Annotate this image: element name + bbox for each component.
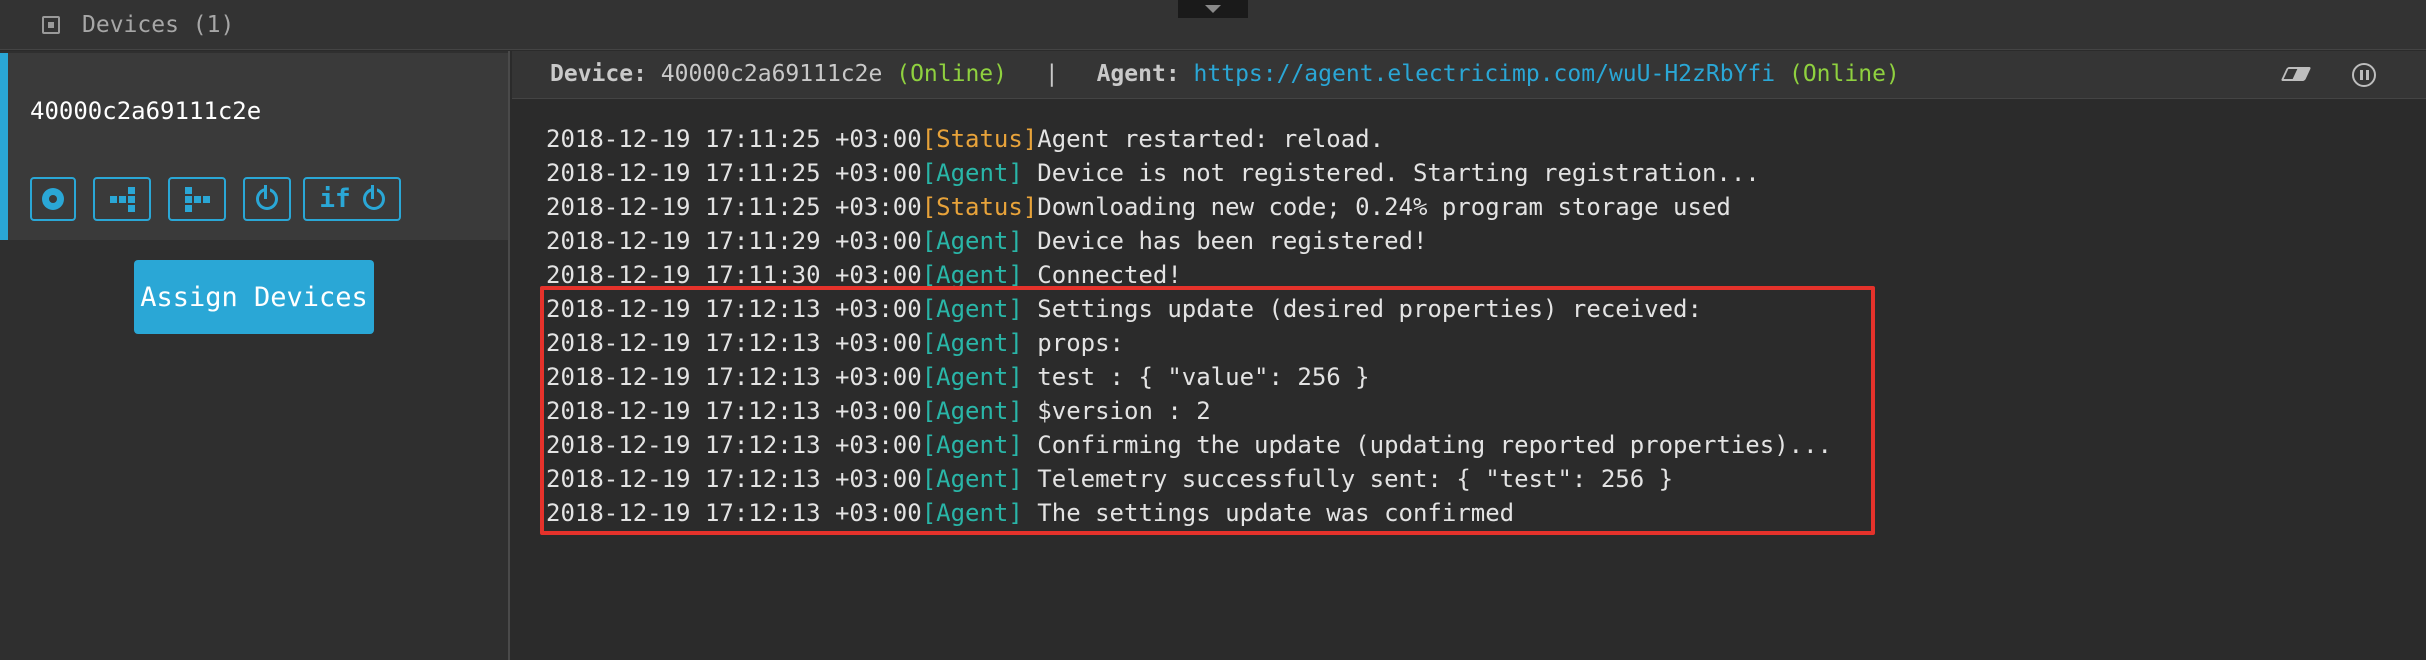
conditional-restart-button[interactable]: if — [303, 177, 401, 221]
header-device-id: 40000c2a69111c2e — [660, 61, 883, 87]
log-message: props: — [1022, 329, 1124, 357]
log-message: $version : 2 — [1022, 397, 1211, 425]
log-tag: [Agent] — [921, 295, 1023, 323]
device-card[interactable]: 40000c2a69111c2e if — [0, 53, 508, 240]
assign-devices-button[interactable]: Assign Devices — [134, 260, 374, 334]
log-tag: [Status] — [921, 125, 1038, 153]
log-timestamp: 2018-12-19 17:12:13 +03:00 — [546, 329, 922, 357]
log-row: 2018-12-19 17:11:29 +03:00[Agent] Device… — [546, 224, 1832, 258]
log-timestamp: 2018-12-19 17:12:13 +03:00 — [546, 465, 922, 493]
device-group-button[interactable] — [168, 177, 226, 221]
log-row: 2018-12-19 17:11:25 +03:00[Status]Downlo… — [546, 190, 1832, 224]
log-message: Device is not registered. Starting regis… — [1022, 159, 1760, 187]
log-row: 2018-12-19 17:11:25 +03:00[Agent] Device… — [546, 156, 1832, 190]
agent-status: (Online) — [1788, 61, 1900, 87]
log-message: The settings update was confirmed — [1022, 499, 1515, 527]
device-restart-button[interactable] — [243, 177, 291, 221]
log-tag: [Agent] — [921, 397, 1023, 425]
tree-right-icon — [184, 186, 210, 212]
agent-label: Agent: — [1096, 61, 1180, 87]
device-status: (Online) — [896, 61, 1007, 87]
log-row: 2018-12-19 17:12:13 +03:00[Agent] Teleme… — [546, 462, 1832, 496]
log-row: 2018-12-19 17:11:25 +03:00[Status]Agent … — [546, 122, 1832, 156]
log-timestamp: 2018-12-19 17:12:13 +03:00 — [546, 363, 922, 391]
log-tag: [Agent] — [921, 261, 1023, 289]
log-tag: [Agent] — [921, 363, 1023, 391]
log-area: 2018-12-19 17:11:25 +03:00[Status]Agent … — [512, 100, 2426, 660]
log-tag: [Agent] — [921, 329, 1023, 357]
eraser-icon[interactable] — [2280, 67, 2312, 81]
log-message: Downloading new code; 0.24% program stor… — [1037, 193, 1731, 221]
log-tag: [Agent] — [921, 465, 1023, 493]
log-message: test : { "value": 256 } — [1022, 363, 1370, 391]
log-row: 2018-12-19 17:12:13 +03:00[Agent] Confir… — [546, 428, 1832, 462]
log-timestamp: 2018-12-19 17:11:25 +03:00 — [546, 125, 922, 153]
log-message: Agent restarted: reload. — [1037, 125, 1385, 153]
header-separator: | — [1044, 61, 1059, 87]
log-tag: [Agent] — [921, 227, 1023, 255]
device-settings-button[interactable] — [30, 177, 76, 221]
gear-icon — [42, 188, 64, 210]
log-message: Device has been registered! — [1022, 227, 1428, 255]
log-tag: [Status] — [921, 193, 1038, 221]
log-lines: 2018-12-19 17:11:25 +03:00[Status]Agent … — [546, 122, 1832, 530]
devices-title-label: Devices (1) — [82, 12, 235, 38]
device-label: Device: — [550, 61, 647, 87]
power-icon — [362, 185, 385, 210]
log-tag: [Agent] — [921, 431, 1023, 459]
top-bar: Devices (1) — [0, 0, 2426, 50]
agent-url-link[interactable]: https://agent.electricimp.com/wuU-H2zRbY… — [1194, 61, 1776, 87]
log-message: Settings update (desired properties) rec… — [1022, 295, 1702, 323]
log-row: 2018-12-19 17:12:13 +03:00[Agent] Settin… — [546, 292, 1832, 326]
log-tag: [Agent] — [921, 159, 1023, 187]
power-icon — [256, 185, 278, 210]
tree-left-icon — [109, 186, 135, 212]
log-message: Connected! — [1022, 261, 1182, 289]
log-tag: [Agent] — [921, 499, 1023, 527]
log-timestamp: 2018-12-19 17:12:13 +03:00 — [546, 397, 922, 425]
log-timestamp: 2018-12-19 17:12:13 +03:00 — [546, 431, 922, 459]
log-message: Telemetry successfully sent: { "test": 2… — [1022, 465, 1674, 493]
log-row: 2018-12-19 17:12:13 +03:00[Agent] The se… — [546, 496, 1832, 530]
log-row: 2018-12-19 17:12:13 +03:00[Agent] test :… — [546, 360, 1832, 394]
log-row: 2018-12-19 17:11:30 +03:00[Agent] Connec… — [546, 258, 1832, 292]
chevron-down-icon — [1205, 5, 1221, 13]
device-code-button[interactable] — [93, 177, 151, 221]
collapse-top-handle[interactable] — [1178, 0, 1248, 18]
if-label: if — [319, 184, 351, 214]
log-header: Device: 40000c2a69111c2e (Online) | Agen… — [512, 51, 2426, 99]
devices-header[interactable]: Devices (1) — [42, 10, 234, 40]
log-timestamp: 2018-12-19 17:11:25 +03:00 — [546, 159, 922, 187]
device-id-label: 40000c2a69111c2e — [30, 97, 262, 125]
log-row: 2018-12-19 17:12:13 +03:00[Agent] props: — [546, 326, 1832, 360]
log-timestamp: 2018-12-19 17:12:13 +03:00 — [546, 295, 922, 323]
log-row: 2018-12-19 17:12:13 +03:00[Agent] $versi… — [546, 394, 1832, 428]
log-timestamp: 2018-12-19 17:11:29 +03:00 — [546, 227, 922, 255]
log-message: Confirming the update (updating reported… — [1022, 431, 1832, 459]
log-timestamp: 2018-12-19 17:11:25 +03:00 — [546, 193, 922, 221]
device-list-panel: 40000c2a69111c2e if Assign Devices — [0, 51, 510, 660]
log-timestamp: 2018-12-19 17:12:13 +03:00 — [546, 499, 922, 527]
log-timestamp: 2018-12-19 17:11:30 +03:00 — [546, 261, 922, 289]
pause-icon[interactable] — [2352, 63, 2376, 87]
chip-icon — [42, 16, 60, 34]
